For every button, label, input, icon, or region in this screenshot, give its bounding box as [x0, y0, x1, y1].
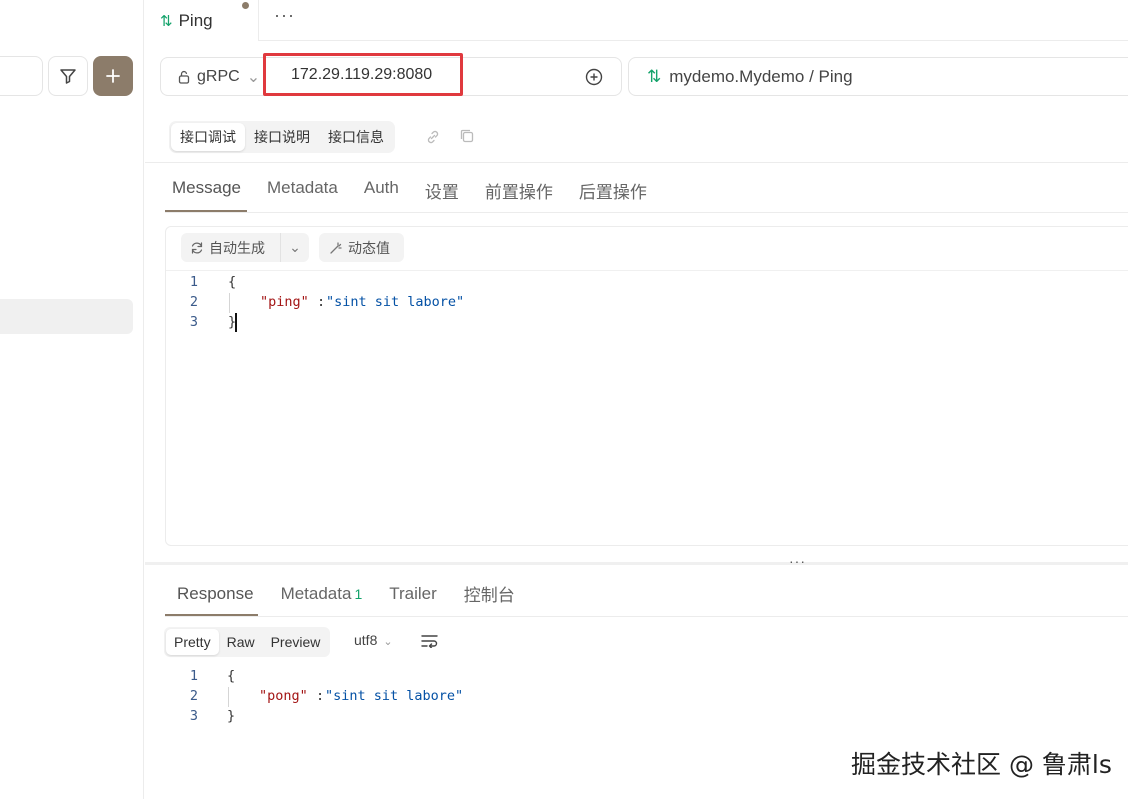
add-button[interactable]	[93, 56, 133, 96]
line-number: 1	[189, 668, 198, 684]
unlock-icon	[178, 70, 190, 84]
json-key: "pong"	[259, 688, 308, 704]
grpc-arrows-icon: ⇅	[647, 66, 662, 86]
metadata-count-badge: 1	[354, 585, 363, 602]
copy-icon[interactable]	[459, 128, 475, 144]
encoding-label: utf8	[354, 632, 378, 648]
tab-post-operations[interactable]: 后置操作	[579, 178, 647, 203]
request-tabs: Message Metadata Auth 设置 前置操作 后置操作	[172, 178, 673, 203]
unsaved-dot-icon	[242, 2, 249, 9]
dynamic-value-label: 动态值	[348, 239, 390, 256]
segment-debug[interactable]: 接口调试	[171, 123, 245, 151]
tab-label: Ping	[178, 10, 213, 30]
auto-generate-label: 自动生成	[209, 239, 265, 256]
tab-auth[interactable]: Auth	[364, 178, 399, 203]
response-format-segment: Pretty Raw Preview	[164, 627, 331, 657]
refresh-icon	[191, 241, 203, 254]
drag-handle-icon[interactable]: ···	[789, 553, 806, 569]
method-select[interactable]: gRPC ⌄	[160, 57, 262, 96]
more-tabs-button[interactable]: ···	[274, 5, 295, 26]
message-editor-panel	[165, 226, 1128, 546]
dynamic-value-button[interactable]: 动态值	[319, 233, 404, 262]
chevron-down-icon: ⌄	[246, 68, 261, 86]
line-number: 3	[189, 314, 198, 330]
tab-ping[interactable]: ⇅ Ping	[145, 0, 259, 41]
tab-trailer[interactable]: Trailer	[389, 584, 437, 604]
indent-guide	[228, 687, 229, 707]
tab-metadata[interactable]: Metadata	[267, 178, 338, 203]
code-close-brace: }	[227, 708, 236, 724]
service-path: mydemo.Mydemo / Ping	[669, 66, 853, 86]
filter-button[interactable]	[48, 56, 88, 96]
tab-response-metadata[interactable]: Metadata 1	[281, 584, 363, 604]
auto-generate-button[interactable]: 自动生成 ⌄	[181, 233, 309, 262]
word-wrap-icon[interactable]	[421, 634, 439, 648]
indent-guide	[229, 293, 230, 313]
segment-doc[interactable]: 接口说明	[245, 123, 319, 151]
divider	[145, 162, 1128, 163]
divider	[165, 616, 1128, 617]
tab-message[interactable]: Message	[172, 178, 241, 203]
grpc-arrows-icon: ⇅	[160, 12, 173, 30]
view-segment: 接口调试 接口说明 接口信息	[169, 121, 395, 153]
segment-info[interactable]: 接口信息	[319, 123, 393, 151]
divider	[165, 212, 1128, 213]
method-label: gRPC	[197, 67, 240, 85]
format-raw[interactable]: Raw	[219, 629, 263, 655]
tab-console[interactable]: 控制台	[464, 581, 515, 606]
watermark: 掘金技术社区 @ 鲁肃ls	[851, 750, 1112, 779]
service-method-selector[interactable]: ⇅ mydemo.Mydemo / Ping	[628, 57, 1128, 96]
tab-label: Metadata	[280, 583, 352, 603]
format-preview[interactable]: Preview	[263, 629, 329, 655]
plus-icon	[106, 69, 120, 83]
chevron-down-icon: ⌄	[383, 636, 393, 648]
code-open-brace: {	[228, 274, 237, 290]
json-string-value: "sint sit labore"	[326, 294, 465, 310]
line-number: 1	[189, 274, 198, 290]
text-caret	[235, 313, 237, 332]
line-number: 3	[189, 708, 198, 724]
tab-bar: ⇅ Ping ···	[145, 0, 1128, 41]
filter-icon	[60, 69, 76, 84]
tab-pre-operations[interactable]: 前置操作	[485, 178, 553, 203]
response-tabs: Response Metadata 1 Trailer 控制台	[177, 581, 542, 606]
code-open-brace: {	[227, 668, 236, 684]
magic-wand-icon	[330, 241, 342, 254]
sidebar-search-input[interactable]	[0, 56, 43, 96]
json-key: "ping"	[260, 294, 309, 310]
annotation-highlight-box	[263, 53, 463, 96]
chevron-down-icon[interactable]: ⌄	[281, 239, 309, 256]
json-string-value: "sint sit labore"	[325, 688, 464, 704]
tab-settings[interactable]: 设置	[425, 178, 459, 203]
line-number: 2	[189, 294, 198, 310]
link-icon[interactable]	[425, 129, 441, 145]
add-circle-icon[interactable]	[585, 68, 603, 86]
sidebar-selected-item[interactable]	[0, 299, 133, 334]
encoding-select[interactable]: utf8 ⌄	[354, 632, 393, 648]
sidebar	[0, 0, 144, 799]
panel-splitter[interactable]	[145, 562, 1128, 565]
divider	[166, 270, 1128, 271]
line-number: 2	[189, 688, 198, 704]
tab-response[interactable]: Response	[177, 584, 254, 604]
format-pretty[interactable]: Pretty	[166, 629, 219, 655]
